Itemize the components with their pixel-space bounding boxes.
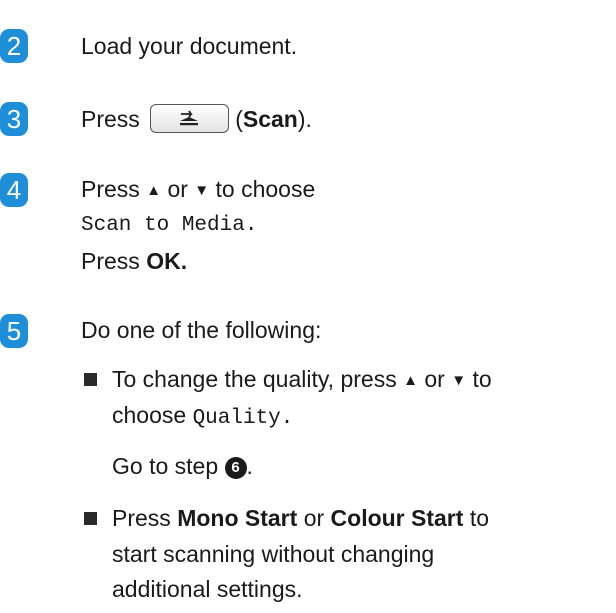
step-number-badge: 3 bbox=[0, 102, 28, 136]
bullet-2-line-2: start scanning without changing bbox=[112, 541, 435, 567]
bullet-2-line-1: Press Mono Start or Colour Start to bbox=[112, 505, 489, 531]
step-number-badge: 4 bbox=[0, 173, 28, 207]
bullet-marker bbox=[84, 373, 97, 386]
menu-option-scan-to-media: Scan to Media. bbox=[81, 214, 258, 237]
menu-option-quality: Quality. bbox=[192, 407, 294, 430]
step-3-text: Press (Scan). bbox=[81, 104, 312, 134]
bullet-1-line-2: choose Quality. bbox=[112, 402, 294, 430]
goto-step-text: Go to step 6. bbox=[112, 453, 253, 479]
step-number-badge: 5 bbox=[0, 314, 28, 348]
scan-key-icon bbox=[150, 104, 230, 134]
up-arrow-icon: ▲ bbox=[146, 182, 162, 199]
step-5-text: Do one of the following: bbox=[81, 317, 322, 343]
step-4-line-3: Press OK. bbox=[81, 248, 188, 274]
bullet-marker bbox=[84, 512, 97, 525]
mono-start-label: Mono Start bbox=[177, 505, 298, 531]
colour-start-label: Colour Start bbox=[330, 505, 464, 531]
scan-label: Scan bbox=[242, 106, 298, 132]
bullet-2-line-3: additional settings. bbox=[112, 576, 303, 602]
bullet-1-line-1: To change the quality, press ▲ or ▼ to bbox=[112, 366, 492, 392]
ok-label: OK. bbox=[146, 248, 188, 274]
up-arrow-icon: ▲ bbox=[403, 372, 418, 389]
step-number-badge: 2 bbox=[0, 29, 28, 63]
step-2-text: Load your document. bbox=[81, 33, 298, 59]
step-ref-icon: 6 bbox=[224, 457, 247, 479]
step-4-line-1: Press ▲ or ▼ to choose bbox=[81, 176, 316, 202]
down-arrow-icon: ▼ bbox=[194, 182, 210, 199]
down-arrow-icon: ▼ bbox=[451, 372, 467, 389]
